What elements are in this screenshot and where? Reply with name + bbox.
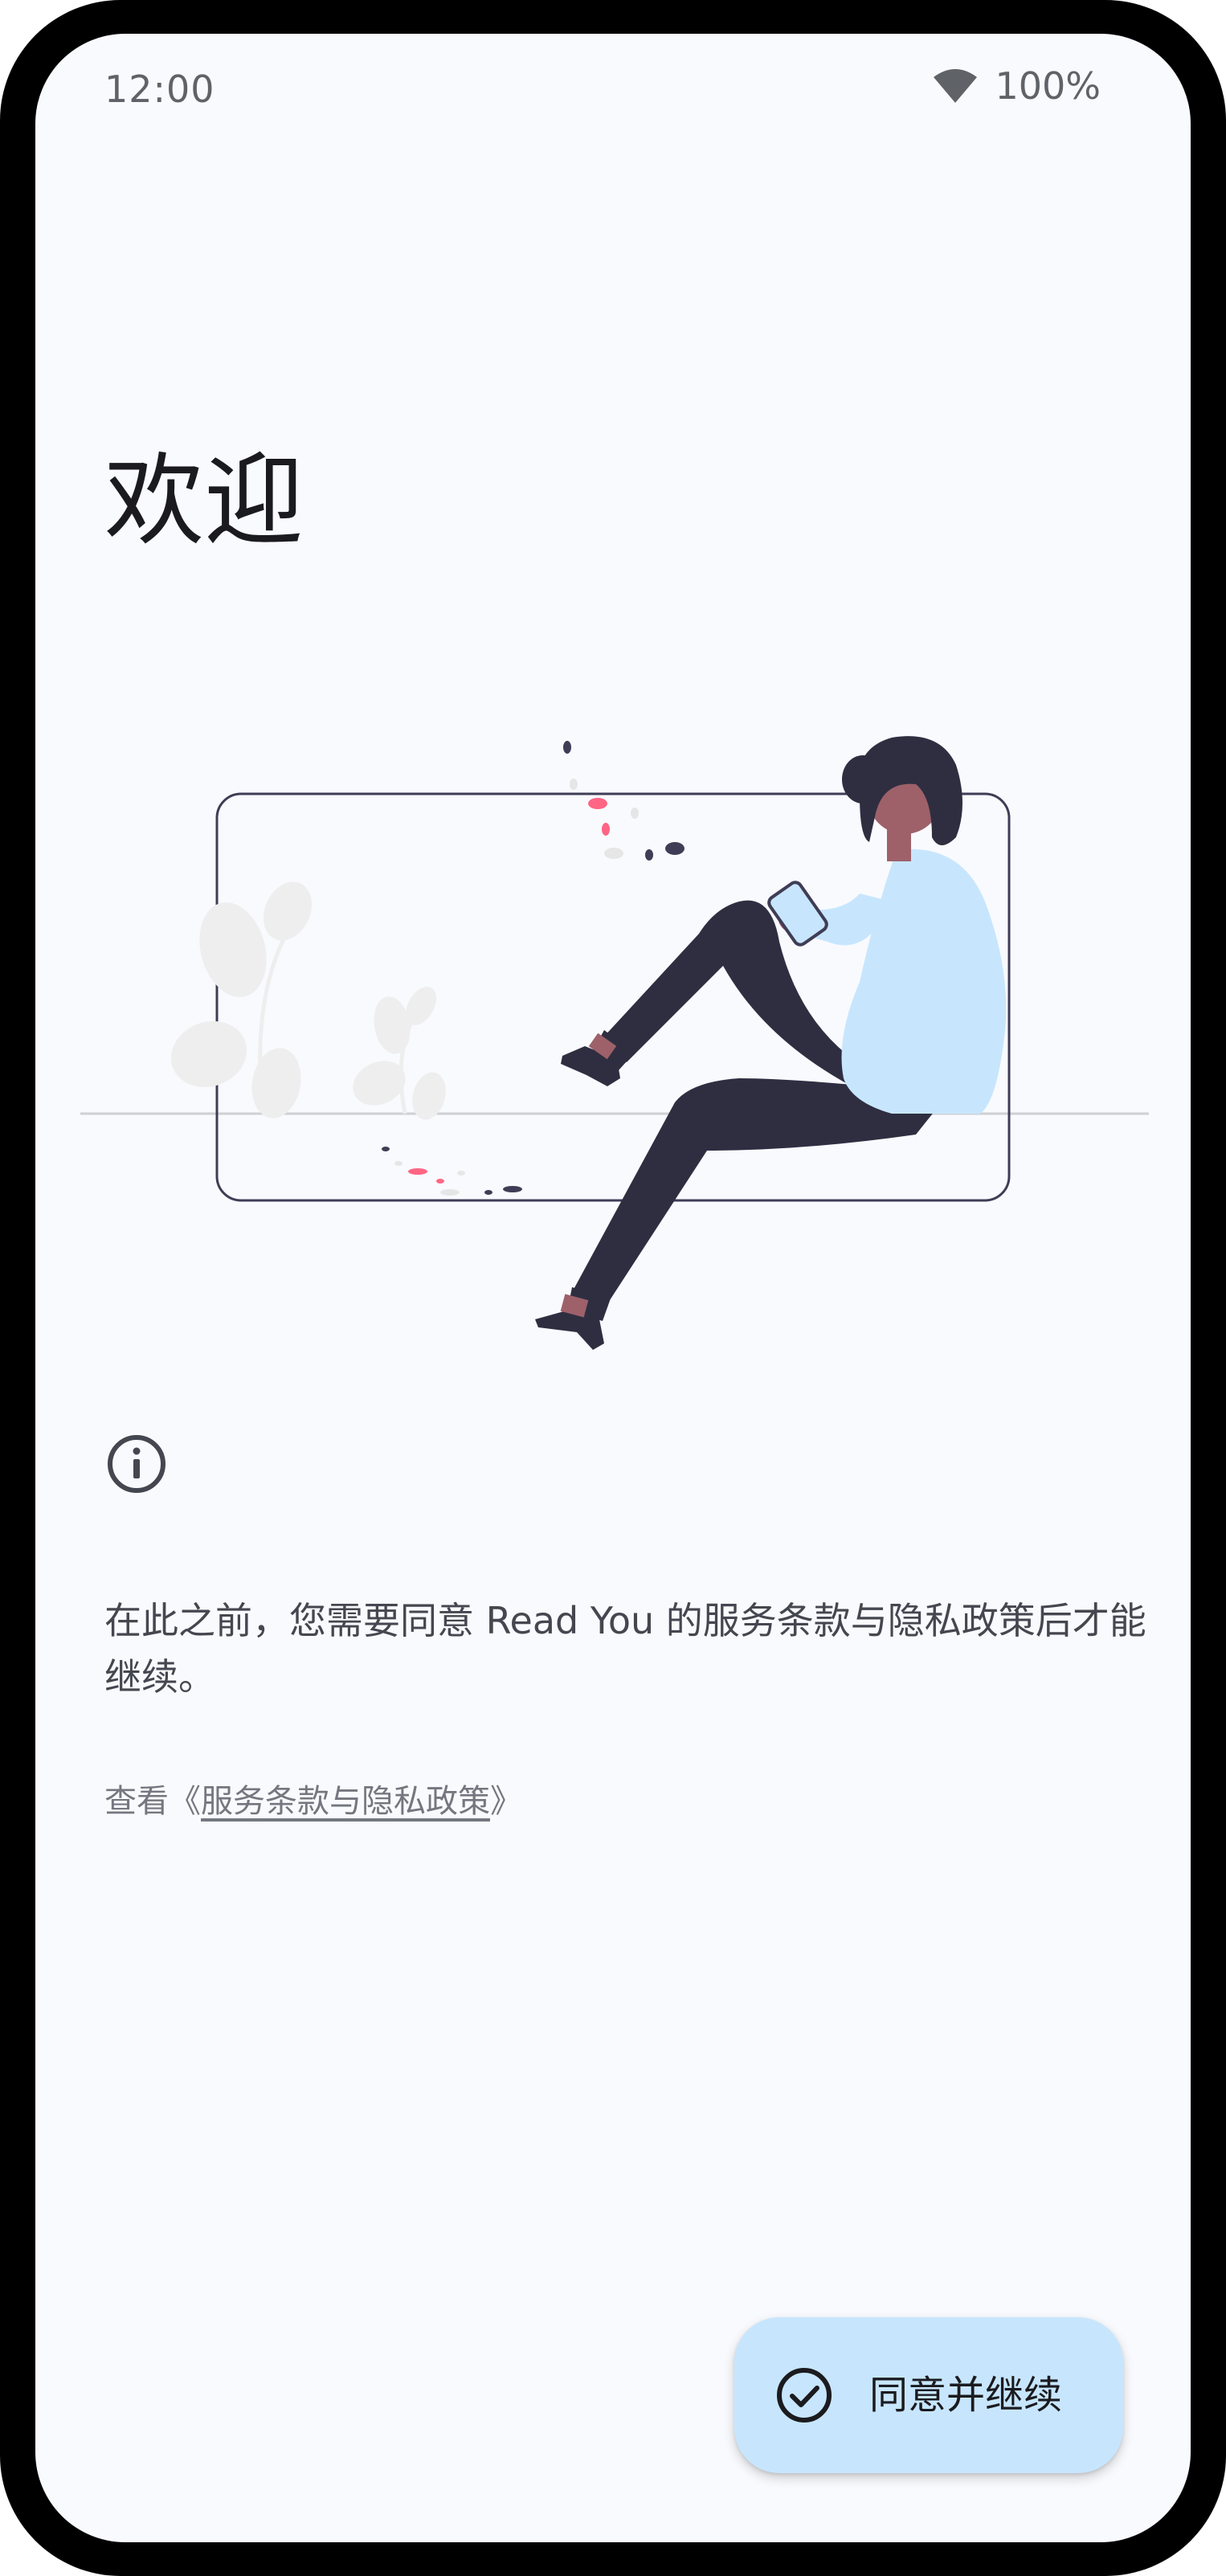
policy-row: 查看《服务条款与隐私政策》 bbox=[104, 1779, 522, 1824]
page-title: 欢迎 bbox=[104, 444, 304, 559]
info-icon bbox=[108, 1435, 166, 1493]
check-circle-icon bbox=[777, 2368, 832, 2423]
app-screen: 12:00 100% 欢迎 在此之前，您需要同意 Read You 的服务条款与… bbox=[35, 34, 1191, 2542]
terms-notice: 在此之前，您需要同意 Read You 的服务条款与隐私政策后才能继续。 bbox=[104, 1599, 1146, 1699]
view-suffix: 》 bbox=[490, 1783, 522, 1820]
person-reading-illustration bbox=[80, 736, 1149, 1350]
policy-link[interactable]: 服务条款与隐私政策 bbox=[201, 1783, 490, 1820]
status-time: 12:00 bbox=[104, 67, 215, 111]
device-frame: 12:00 100% 欢迎 在此之前，您需要同意 Read You 的服务条款与… bbox=[0, 0, 1226, 2576]
agree-continue-button[interactable]: 同意并继续 bbox=[734, 2317, 1123, 2473]
battery-level: 100% bbox=[995, 64, 1101, 108]
view-prefix: 查看《 bbox=[104, 1783, 201, 1820]
agree-continue-label: 同意并继续 bbox=[869, 2373, 1063, 2418]
wifi-icon bbox=[934, 69, 978, 103]
status-indicators: 100% bbox=[932, 64, 1101, 108]
status-bar: 12:00 100% bbox=[35, 34, 1191, 146]
